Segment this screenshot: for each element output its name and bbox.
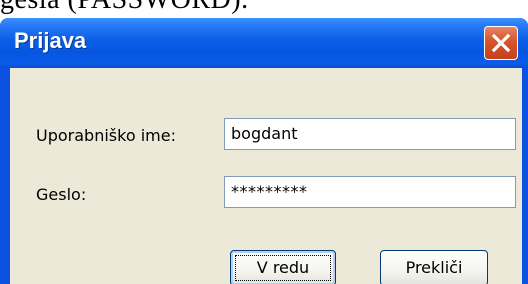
cancel-button[interactable]: Prekliči (380, 250, 488, 284)
password-field[interactable]: ********* (224, 176, 516, 208)
background-text: gesla (PASSWORD). (0, 0, 249, 16)
close-button[interactable] (484, 26, 518, 60)
ok-button[interactable]: V redu (230, 250, 336, 284)
title-bar[interactable]: Prijava (0, 18, 528, 68)
login-dialog: Prijava Uporabniško ime: bogdant Geslo: … (0, 18, 528, 284)
password-label: Geslo: (36, 185, 87, 204)
username-field[interactable]: bogdant (224, 118, 516, 150)
username-label: Uporabniško ime: (36, 126, 176, 145)
close-icon (491, 33, 511, 53)
window-title: Prijava (14, 28, 87, 53)
dialog-body: Uporabniško ime: bogdant Geslo: ********… (10, 68, 522, 284)
ok-button-label: V redu (256, 258, 310, 277)
screenshot: gesla (PASSWORD). Prijava Uporabniško im… (0, 0, 528, 284)
cancel-button-label: Prekliči (405, 258, 463, 277)
